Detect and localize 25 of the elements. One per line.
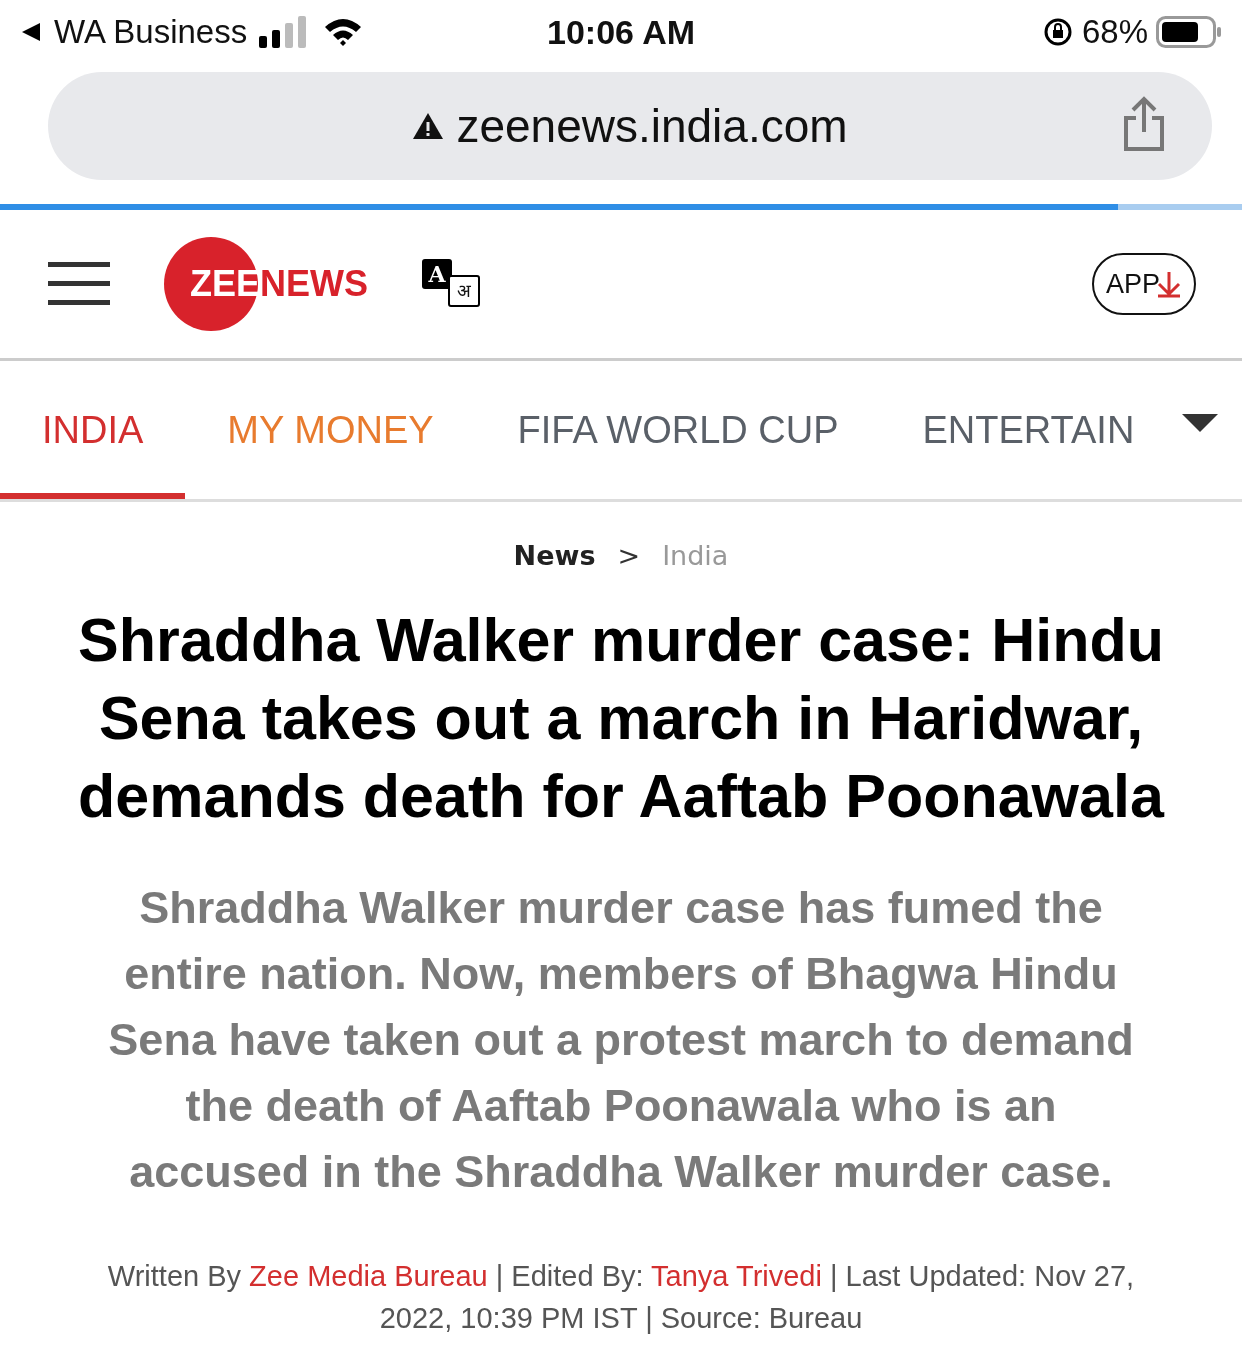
article-byline: Written By Zee Media Bureau | Edited By: Tanya Trivedi | Last Updated: Nov 27, 2022, 10:39 PM IST | Source: Bureau [106,1259,1136,1336]
breadcrumb-current: India [662,540,729,571]
back-app-label[interactable]: WA Business [54,13,248,51]
author-link[interactable]: Tanya Trivedi [651,1260,822,1292]
nav-tab[interactable]: INDIA [0,367,186,499]
address-bar[interactable]: zeenews.india.com [48,72,1212,180]
dropdown-caret-icon[interactable] [1182,414,1218,434]
clock-time: 10:06 AM [547,12,695,52]
breadcrumb-link[interactable]: News [513,540,596,571]
back-arrow-icon[interactable] [20,21,42,43]
wifi-icon [323,17,364,47]
battery-percentage: 68% [1081,13,1148,51]
nav-tab[interactable]: ENTERTAIN [880,367,1172,499]
menu-icon[interactable] [48,262,110,306]
article-headline: Shraddha Walker murder case: Hindu Sena takes out a march in Haridwar, demands death for Aaftab Poonawala [77,605,1166,832]
warning-icon [412,112,445,140]
breadcrumb-separator: > [617,540,641,571]
author-link[interactable]: Zee Media Bureau [249,1260,488,1292]
site-logo[interactable]: ZEENEWS [164,237,368,331]
battery-icon [1156,16,1222,48]
nav-tab[interactable]: FIFA WORLD CUP [475,367,881,499]
app-download-button[interactable]: APP [1091,253,1196,315]
share-icon[interactable] [1122,96,1166,152]
url-text: zeenews.india.com [456,99,848,153]
article-summary: Shraddha Walker murder case has fumed the entire nation. Now, members of Bhagwa Hindu Sena have taken out a protest march to demand the death of Aaftab Poonawala who is an accused in the Shraddha Walker murder case. [107,881,1135,1199]
